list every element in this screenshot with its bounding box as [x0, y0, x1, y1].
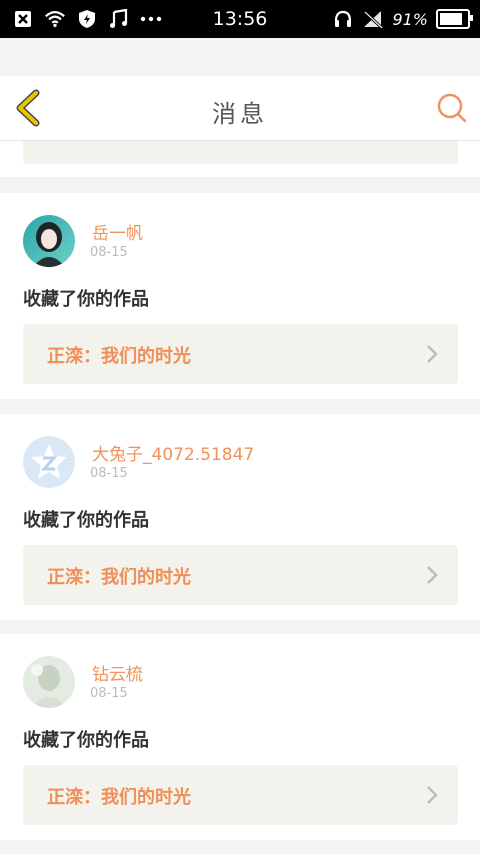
work-title: 正滦：我们的时光 [47, 567, 191, 588]
work-card-partial[interactable] [23, 141, 458, 164]
no-signal-icon [362, 8, 384, 30]
avatar[interactable] [23, 656, 75, 708]
sender-name[interactable]: 岳一帆 [92, 219, 143, 244]
message-action: 收藏了你的作品 [23, 730, 149, 751]
message-list[interactable]: 岳一帆 08-15 收藏了你的作品 正滦：我们的时光 大兔子_4072.5184… [0, 141, 480, 854]
chevron-right-icon [427, 786, 438, 804]
sender-name[interactable]: 钻云梳 [92, 660, 143, 685]
sender-name[interactable]: 大兔子_4072.51847 [92, 440, 254, 465]
work-title: 正滦：我们的时光 [47, 346, 191, 367]
work-title: 正滦：我们的时光 [47, 787, 191, 808]
message-date: 08-15 [90, 466, 128, 481]
message-date: 08-15 [90, 686, 128, 701]
page-title: 消息 [212, 100, 268, 128]
work-card[interactable]: 正滦：我们的时光 [23, 324, 458, 384]
work-card[interactable]: 正滦：我们的时光 [23, 545, 458, 605]
status-right-icons: 91% [332, 8, 473, 30]
list-item: 大兔子_4072.51847 08-15 收藏了你的作品 正滦：我们的时光 [0, 414, 480, 620]
list-item: 钻云梳 08-15 收藏了你的作品 正滦：我们的时光 [0, 634, 480, 840]
app-header: 消息 [0, 76, 480, 141]
chevron-right-icon [427, 566, 438, 584]
avatar[interactable] [23, 215, 75, 267]
headphones-icon [332, 8, 354, 30]
search-button[interactable] [436, 92, 468, 124]
search-icon [437, 93, 467, 123]
status-bar: 13:56 91% [0, 0, 480, 38]
message-action: 收藏了你的作品 [23, 289, 149, 310]
avatar[interactable] [23, 436, 75, 488]
work-card[interactable]: 正滦：我们的时光 [23, 765, 458, 825]
battery-icon [436, 9, 473, 29]
battery-percent: 91% [392, 9, 428, 29]
message-action: 收藏了你的作品 [23, 510, 149, 531]
list-item-partial [0, 141, 480, 177]
message-date: 08-15 [90, 245, 128, 260]
list-item: 岳一帆 08-15 收藏了你的作品 正滦：我们的时光 [0, 193, 480, 399]
chevron-right-icon [427, 345, 438, 363]
